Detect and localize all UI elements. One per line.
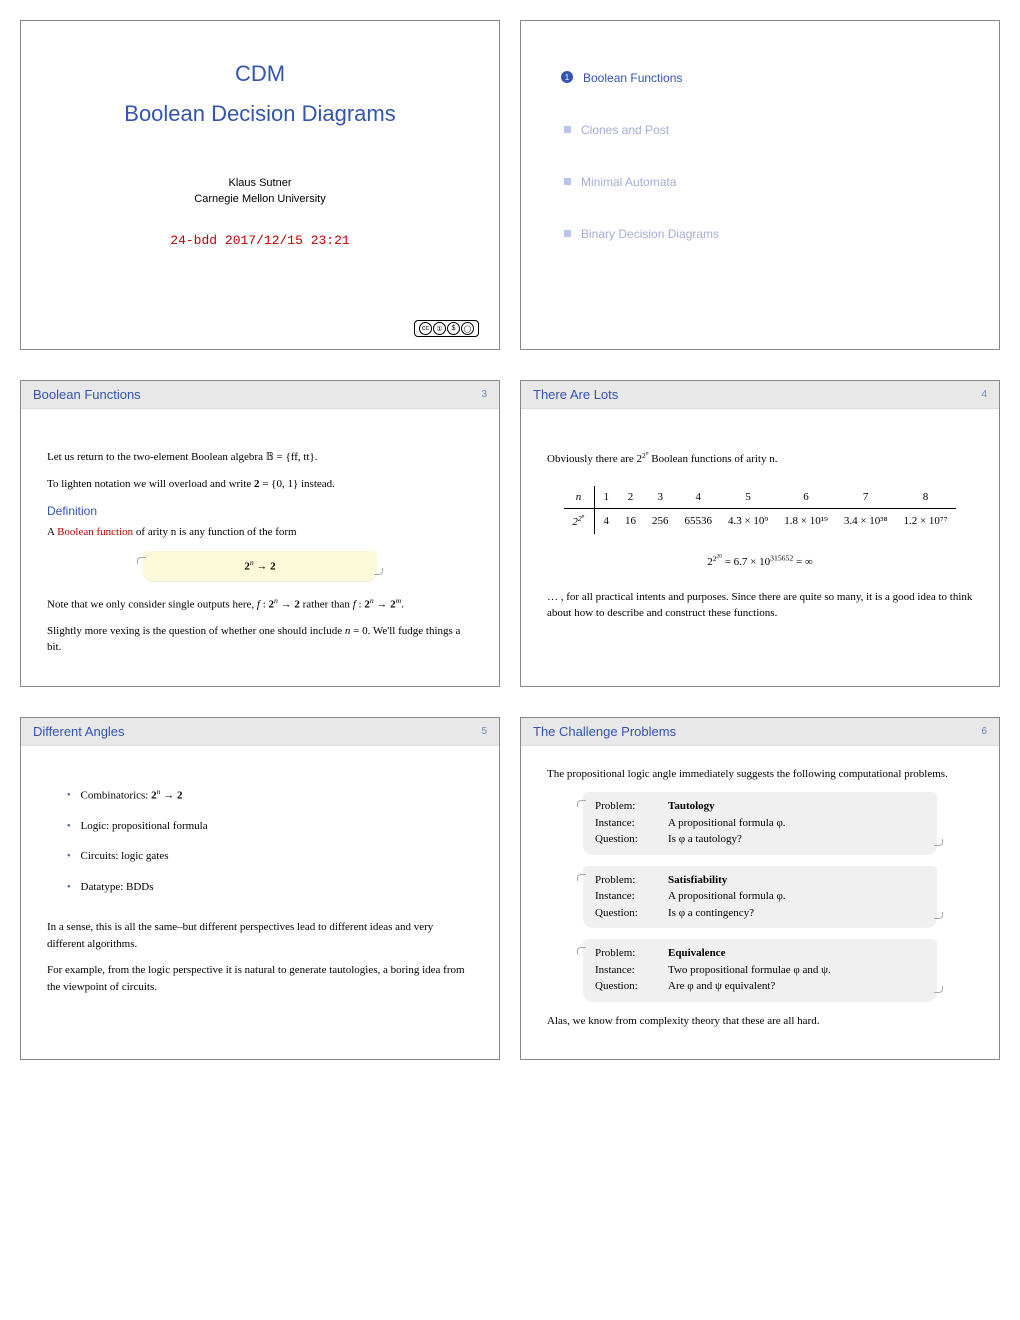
toc-item-2: Clones and Post: [561, 123, 969, 137]
list-item: Logic: propositional formula: [67, 818, 473, 835]
paragraph: Let us return to the two-element Boolean…: [47, 449, 473, 466]
toc-label: Boolean Functions: [583, 71, 682, 85]
toc-label: Binary Decision Diagrams: [581, 227, 719, 241]
big-formula: 2220 = 6.7 × 10315652 = ∞: [547, 552, 973, 571]
paragraph: For example, from the logic perspective …: [47, 962, 473, 995]
slide-body: Obviously there are 22n Boolean function…: [521, 409, 999, 652]
slide-body: The propositional logic angle immediatel…: [521, 746, 999, 1060]
slide-3: Boolean Functions 3 Let us return to the…: [20, 380, 500, 687]
title-line1: CDM: [235, 61, 285, 87]
toc-label: Clones and Post: [581, 123, 669, 137]
slide-number: 6: [981, 726, 987, 737]
definition-label: Definition: [47, 502, 473, 520]
slide-title: Different Angles: [33, 724, 125, 739]
problem-box: Problem:Satisfiability Instance:A propos…: [583, 866, 937, 928]
slide-body: Let us return to the two-element Boolean…: [21, 409, 499, 686]
bullet-number-icon: 1: [561, 71, 573, 83]
bullet-square-icon: [564, 230, 571, 237]
paragraph: The propositional logic angle immediatel…: [547, 766, 973, 783]
paragraph: In a sense, this is all the same–but dif…: [47, 919, 473, 952]
affiliation: Carnegie Mellon University: [194, 193, 325, 205]
paragraph: … , for all practical intents and purpos…: [547, 589, 973, 622]
paragraph: Note that we only consider single output…: [47, 595, 473, 613]
paragraph: Obviously there are 22n Boolean function…: [547, 449, 973, 468]
list-item: Circuits: logic gates: [67, 848, 473, 865]
angles-list: Combinatorics: 2n → 2 Logic: proposition…: [47, 786, 473, 896]
problem-box: Problem:Tautology Instance:A proposition…: [583, 792, 937, 854]
slide-6: The Challenge Problems 6 The proposition…: [520, 717, 1000, 1061]
bullet-square-icon: [564, 178, 571, 185]
problem-box: Problem:Equivalence Instance:Two proposi…: [583, 939, 937, 1001]
slide-header: The Challenge Problems 6: [521, 718, 999, 746]
slide-number: 4: [981, 389, 987, 400]
slide-title: There Are Lots: [533, 387, 618, 402]
slide-header: There Are Lots 4: [521, 381, 999, 409]
title-line2: Boolean Decision Diagrams: [124, 101, 395, 127]
paragraph: To lighten notation we will overload and…: [47, 476, 473, 493]
slide-toc: 1 Boolean Functions Clones and Post Mini…: [520, 20, 1000, 350]
slide-title: Boolean Functions: [33, 387, 141, 402]
slide-header: Different Angles 5: [21, 718, 499, 746]
bullet-square-icon: [564, 126, 571, 133]
list-item: Datatype: BDDs: [67, 879, 473, 896]
toc-label: Minimal Automata: [581, 175, 676, 189]
slide-5: Different Angles 5 Combinatorics: 2n → 2…: [20, 717, 500, 1061]
slide-4: There Are Lots 4 Obviously there are 22n…: [520, 380, 1000, 687]
highlighted-formula: 2n → 2: [143, 551, 377, 581]
toc-item-1: 1 Boolean Functions: [561, 71, 969, 85]
definition-text: A Boolean function of arity n is any fun…: [47, 524, 473, 541]
cc-license-icon: cc①$◯: [414, 320, 479, 337]
slide-body: Combinatorics: 2n → 2 Logic: proposition…: [21, 746, 499, 1026]
date: 24-bdd 2017/12/15 23:21: [170, 233, 349, 248]
paragraph: Slightly more vexing is the question of …: [47, 623, 473, 656]
slide-header: Boolean Functions 3: [21, 381, 499, 409]
author: Klaus Sutner: [229, 177, 292, 189]
paragraph: Alas, we know from complexity theory tha…: [547, 1013, 973, 1030]
slide-number: 3: [481, 389, 487, 400]
toc-item-4: Binary Decision Diagrams: [561, 227, 969, 241]
slide-number: 5: [481, 726, 487, 737]
slide-title: The Challenge Problems: [533, 724, 676, 739]
count-table: n 12345678 22n 416256655364.3 × 10⁹1.8 ×…: [564, 486, 955, 534]
slide-title: CDM Boolean Decision Diagrams Klaus Sutn…: [20, 20, 500, 350]
toc-item-3: Minimal Automata: [561, 175, 969, 189]
list-item: Combinatorics: 2n → 2: [67, 786, 473, 804]
